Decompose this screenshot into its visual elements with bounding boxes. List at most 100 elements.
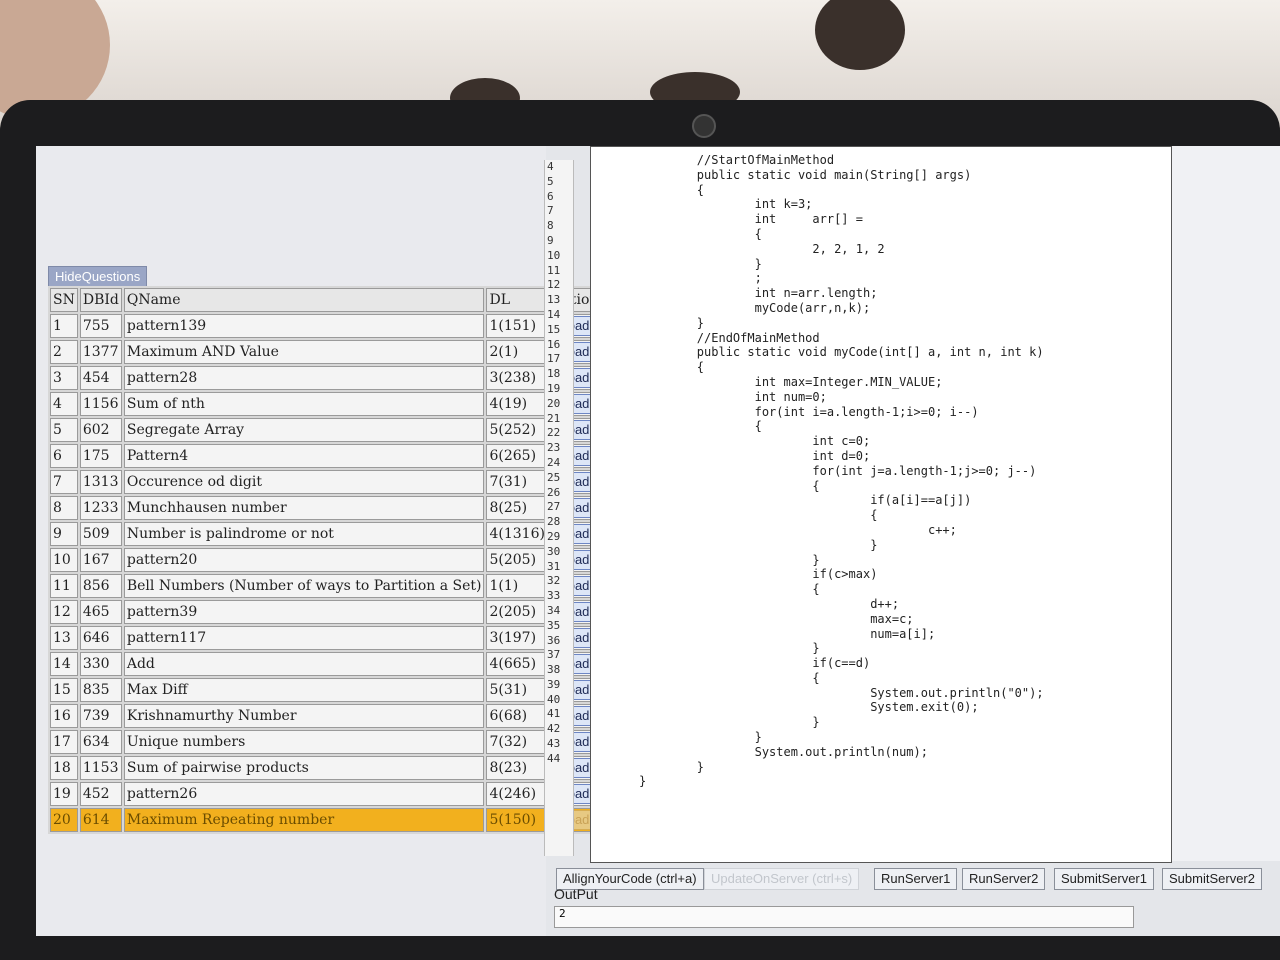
table-row: 16 739 Krishnamurthy Number 6(68) Load: [50, 704, 602, 728]
sn-cell: 10: [50, 548, 78, 572]
line-number: 5: [547, 174, 554, 188]
hide-questions-button[interactable]: HideQuestions: [48, 266, 148, 288]
line-number: 35: [547, 618, 561, 632]
right-pane: [1172, 146, 1280, 861]
qname-cell: Max Diff: [123, 678, 485, 702]
submit-server2-button[interactable]: SubmitServer2: [1162, 868, 1262, 890]
table-row: 14 330 Add 4(665) Load: [50, 652, 602, 676]
table-row: 3 454 pattern28 3(238) Load: [50, 366, 602, 390]
qname-cell: pattern117: [123, 626, 485, 650]
output-label: OutPut: [554, 886, 598, 902]
line-number-gutter: 4 5 6 7 8 9 10 11 12 13 14 15 16 17 18 19 20 21 22 23 24 25 26…: [544, 160, 574, 856]
dbid-cell: 755: [79, 314, 122, 338]
table-row: 2 1377 Maximum AND Value 2(1) Load: [50, 340, 602, 364]
dl-cell: 6(68): [486, 704, 548, 728]
line-number: 32: [547, 574, 561, 588]
line-number: 33: [547, 589, 561, 603]
qname-cell: Munchhausen number: [123, 496, 485, 520]
table-row: 12 465 pattern39 2(205) Load: [50, 600, 602, 624]
qname-cell: pattern139: [123, 314, 485, 338]
questions-body: 1 755 pattern139 1(151) Load 2 1377 Maximum AND…: [50, 314, 602, 832]
table-row: 19 452 pattern26 4(246) Load: [50, 782, 602, 806]
line-number: 17: [547, 352, 561, 366]
qname-cell: Sum of nth: [123, 392, 485, 416]
qname-cell: Maximum AND Value: [123, 340, 485, 364]
sn-cell: 18: [50, 756, 78, 780]
dl-cell: 3(238): [486, 366, 548, 390]
person-right: [815, 0, 905, 70]
dbid-cell: 509: [79, 522, 122, 546]
bottom-toolbar: AllignYourCode (ctrl+a) UpdateOnServer (…: [552, 868, 1280, 894]
code-text[interactable]: //StartOfMainMethod public static void m…: [591, 147, 1171, 789]
line-number: 21: [547, 411, 561, 425]
line-number: 44: [547, 751, 561, 765]
run-server2-button[interactable]: RunServer2: [962, 868, 1046, 890]
line-number: 39: [547, 677, 561, 691]
line-number: 38: [547, 663, 561, 677]
dbid-cell: 1377: [79, 340, 122, 364]
table-row: 9 509 Number is palindrome or not 4(1316) Lo…: [50, 522, 602, 546]
line-number: 11: [547, 263, 561, 277]
line-number: 34: [547, 603, 561, 617]
dbid-cell: 602: [79, 418, 122, 442]
questions-table: SN DBId QName DL Action 1 755 pattern139 1(…: [48, 286, 604, 834]
dl-cell: 2(205): [486, 600, 548, 624]
sn-cell: 15: [50, 678, 78, 702]
dl-cell: 4(1316): [486, 522, 548, 546]
dbid-cell: 167: [79, 548, 122, 572]
sn-cell: 12: [50, 600, 78, 624]
dbid-cell: 175: [79, 444, 122, 468]
run-server1-button[interactable]: RunServer1: [874, 868, 958, 890]
dbid-cell: 634: [79, 730, 122, 754]
line-number: 25: [547, 470, 561, 484]
table-row: 15 835 Max Diff 5(31) Load: [50, 678, 602, 702]
dbid-cell: 1233: [79, 496, 122, 520]
line-number: 43: [547, 737, 561, 751]
dbid-cell: 1313: [79, 470, 122, 494]
dl-cell: 1(1): [486, 574, 548, 598]
dl-cell: 5(150): [486, 808, 548, 832]
dl-cell: 5(31): [486, 678, 548, 702]
col-qname: QName: [123, 288, 485, 312]
qname-cell: pattern39: [123, 600, 485, 624]
line-number: 7: [547, 204, 554, 218]
qname-cell: pattern20: [123, 548, 485, 572]
dbid-cell: 739: [79, 704, 122, 728]
line-number: 40: [547, 692, 561, 706]
update-on-server-button[interactable]: UpdateOnServer (ctrl+s): [704, 868, 860, 890]
line-number: 20: [547, 396, 561, 410]
sn-cell: 11: [50, 574, 78, 598]
qname-cell: Unique numbers: [123, 730, 485, 754]
dl-cell: 7(31): [486, 470, 548, 494]
dbid-cell: 646: [79, 626, 122, 650]
table-row: 4 1156 Sum of nth 4(19) Load: [50, 392, 602, 416]
dl-cell: 5(252): [486, 418, 548, 442]
output-box[interactable]: 2: [554, 906, 1134, 928]
qname-cell: Number is palindrome or not: [123, 522, 485, 546]
sn-cell: 3: [50, 366, 78, 390]
sn-cell: 17: [50, 730, 78, 754]
sn-cell: 20: [50, 808, 78, 832]
line-number: 15: [547, 322, 561, 336]
table-row: 13 646 pattern117 3(197) Load: [50, 626, 602, 650]
line-number: 37: [547, 648, 561, 662]
sn-cell: 9: [50, 522, 78, 546]
sn-cell: 1: [50, 314, 78, 338]
dl-cell: 5(205): [486, 548, 548, 572]
line-number: 16: [547, 337, 561, 351]
line-number: 22: [547, 426, 561, 440]
table-row: 8 1233 Munchhausen number 8(25) Load: [50, 496, 602, 520]
line-number: 8: [547, 219, 554, 233]
col-dbid: DBId: [79, 288, 122, 312]
qname-cell: Segregate Array: [123, 418, 485, 442]
sn-cell: 7: [50, 470, 78, 494]
dl-cell: 2(1): [486, 340, 548, 364]
sn-cell: 14: [50, 652, 78, 676]
dl-cell: 4(665): [486, 652, 548, 676]
submit-server1-button[interactable]: SubmitServer1: [1054, 868, 1154, 890]
code-editor[interactable]: //StartOfMainMethod public static void m…: [590, 146, 1172, 863]
line-number: 24: [547, 455, 561, 469]
sn-cell: 5: [50, 418, 78, 442]
col-sn: SN: [50, 288, 78, 312]
line-number: 30: [547, 544, 561, 558]
